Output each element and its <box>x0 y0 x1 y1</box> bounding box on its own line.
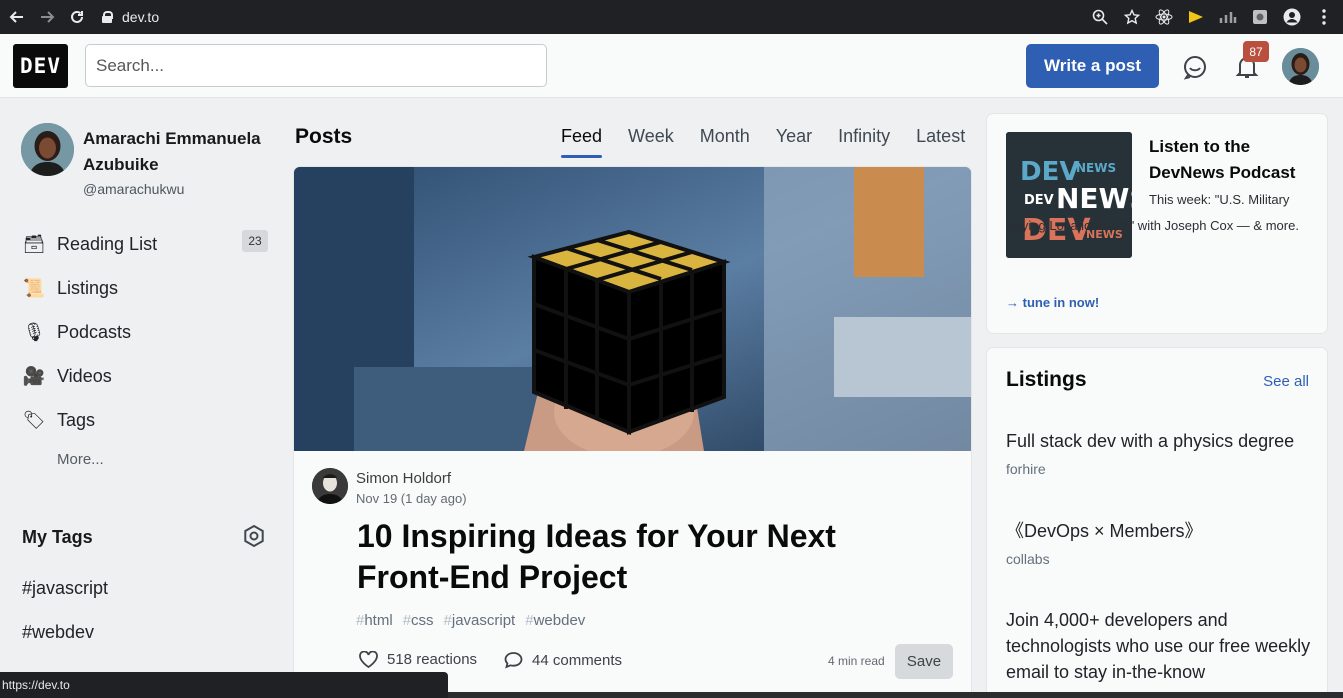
comments-count: 44 comments <box>532 651 623 669</box>
post-tag-javascript[interactable]: #javascript <box>444 612 516 629</box>
feed-tabs: Feed Week Month Year Infinity Latest <box>548 122 978 158</box>
listing-item-category[interactable]: forhire <box>1006 461 1046 477</box>
tab-infinity[interactable]: Infinity <box>825 122 903 158</box>
profile-account-icon[interactable] <box>1283 8 1301 26</box>
featured-post-card[interactable]: Simon Holdorf Nov 19 (1 day ago) 10 Insp… <box>294 167 971 698</box>
podcasts-icon: 🎙 <box>22 321 46 342</box>
sidebar-item-reading-list[interactable]: 🗃 Reading List 23 <box>22 222 272 266</box>
sidebar-nav: 🗃 Reading List 23 📜 Listings 🎙 Podcasts … <box>22 222 272 442</box>
listing-item-title[interactable]: 《DevOps × Members》 <box>1006 518 1316 544</box>
tag-link-javascript[interactable]: #javascript <box>22 578 108 599</box>
tab-week[interactable]: Week <box>615 122 687 158</box>
post-tag-css[interactable]: #css <box>403 612 434 629</box>
notification-count-badge: 87 <box>1243 41 1269 62</box>
listings-heading: Listings <box>1006 368 1087 391</box>
bookmark-star-icon[interactable] <box>1123 8 1141 26</box>
sidebar-item-podcasts[interactable]: 🎙 Podcasts <box>22 310 272 354</box>
post-reactions[interactable]: 518 reactions <box>359 651 477 668</box>
settings-hexagon-icon[interactable] <box>242 524 266 548</box>
post-date: Nov 19 (1 day ago) <box>356 491 467 506</box>
sidebar-more-link[interactable]: More... <box>57 451 104 468</box>
browser-toolbar: dev.to <box>0 0 1343 34</box>
sidebar-item-label: Reading List <box>57 233 158 254</box>
extension-chart-icon[interactable] <box>1219 8 1237 26</box>
videos-icon: 🎥 <box>22 365 46 386</box>
reading-list-count-badge: 23 <box>242 230 268 252</box>
tab-month[interactable]: Month <box>687 122 763 158</box>
tab-year[interactable]: Year <box>763 122 825 158</box>
sidebar-item-label: Podcasts <box>57 321 132 342</box>
sidebar-item-tags[interactable]: 🏷 Tags <box>22 398 272 442</box>
connect-chat-icon[interactable] <box>1182 54 1208 80</box>
podcast-description: This week: "U.S. Military Buying Locatio… <box>1006 192 1299 233</box>
sidebar-item-label: Tags <box>57 409 96 430</box>
post-cover-image[interactable] <box>294 167 971 451</box>
write-post-button[interactable]: Write a post <box>1026 44 1159 88</box>
listing-item-category[interactable]: collabs <box>1006 551 1050 567</box>
profile-handle: @amarachukwu <box>83 181 185 197</box>
heart-icon <box>359 651 378 668</box>
back-icon[interactable] <box>2 2 32 32</box>
site-header: DEV Write a post <box>0 34 1343 98</box>
search-input[interactable] <box>85 44 547 87</box>
browser-menu-icon[interactable] <box>1315 8 1333 26</box>
post-author-name[interactable]: Simon Holdorf <box>356 470 451 487</box>
posts-heading: Posts <box>295 125 353 148</box>
see-all-listings-link[interactable]: See all <box>1263 373 1309 390</box>
bottom-strip <box>448 692 1343 698</box>
dev-logo[interactable]: DEV <box>13 44 68 88</box>
listings-icon: 📜 <box>22 277 46 298</box>
tags-icon: 🏷 <box>22 409 46 430</box>
sidebar-item-listings[interactable]: 📜 Listings <box>22 266 272 310</box>
sidebar-item-label: Videos <box>57 365 112 386</box>
react-devtools-icon[interactable] <box>1155 8 1173 26</box>
post-title[interactable]: 10 Inspiring Ideas for Your Next Front-E… <box>357 516 917 598</box>
podcast-title[interactable]: Listen to the DevNews Podcast <box>1149 134 1319 186</box>
listing-item-title[interactable]: Join 4,000+ developers and technologists… <box>1006 607 1311 685</box>
user-avatar[interactable] <box>1282 48 1319 85</box>
profile-avatar[interactable] <box>21 123 74 176</box>
save-button[interactable]: Save <box>895 644 953 679</box>
my-tags-heading: My Tags <box>22 527 93 547</box>
comment-bubble-icon <box>504 651 523 669</box>
tab-feed[interactable]: Feed <box>548 122 615 158</box>
post-tag-webdev[interactable]: #webdev <box>525 612 585 629</box>
tab-latest[interactable]: Latest <box>903 122 978 158</box>
post-comments[interactable]: 44 comments <box>504 651 622 669</box>
reading-list-icon: 🗃 <box>22 233 46 254</box>
read-time: 4 min read <box>828 654 885 668</box>
post-tags: #html #css #javascript #webdev <box>356 612 585 629</box>
address-bar[interactable]: dev.to <box>102 9 159 25</box>
zoom-icon[interactable] <box>1091 8 1109 26</box>
reload-icon[interactable] <box>62 2 92 32</box>
reactions-count: 518 reactions <box>387 651 478 668</box>
listing-item-title[interactable]: Full stack dev with a physics degree <box>1006 428 1316 454</box>
url-text: dev.to <box>122 9 160 25</box>
tag-link-webdev[interactable]: #webdev <box>22 622 94 643</box>
author-avatar[interactable] <box>312 468 348 504</box>
profile-name[interactable]: Amarachi Emmanuela Azubuike <box>83 126 303 178</box>
tune-in-link[interactable]: → tune in now! <box>1006 295 1099 310</box>
post-tag-html[interactable]: #html <box>356 612 393 629</box>
listings-card: Listings See all Full stack dev with a p… <box>987 348 1327 698</box>
forward-icon[interactable] <box>32 2 62 32</box>
browser-status-url: https://dev.to <box>0 672 448 698</box>
extension-box-icon[interactable] <box>1251 8 1269 26</box>
sidebar-item-label: Listings <box>57 277 119 298</box>
extension-play-icon[interactable] <box>1187 8 1205 26</box>
svg-text:NEWS: NEWS <box>1076 161 1116 175</box>
sidebar-item-videos[interactable]: 🎥 Videos <box>22 354 272 398</box>
lock-icon <box>102 11 113 23</box>
podcast-promo-card[interactable]: DEV NEWS DEV NEWS DEV NEWS Listen to the… <box>987 114 1327 333</box>
